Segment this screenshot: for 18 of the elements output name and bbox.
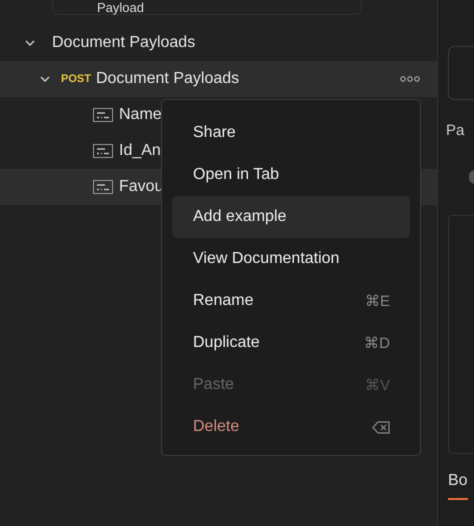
search-value: Payload [97, 1, 144, 14]
method-label: POST [61, 73, 91, 85]
menu-item-label: Duplicate [193, 334, 260, 352]
menu-item-label: Add example [193, 208, 286, 226]
item-label: Document Payloads [52, 34, 196, 52]
item-label: Id_An [119, 142, 161, 160]
menu-item-label: Paste [193, 376, 234, 394]
shortcut-label: ⌘D [364, 334, 390, 352]
item-label: Document Payloads [96, 70, 240, 88]
menu-item-label: Delete [193, 418, 240, 436]
menu-item-label: Rename [193, 292, 254, 310]
menu-item-label: Open in Tab [193, 166, 279, 184]
shortcut-label: ⌘V [364, 376, 390, 394]
menu-item-label: Share [193, 124, 236, 142]
shortcut-label: ⌘E [364, 292, 390, 310]
item-label: Name [119, 106, 162, 124]
menu-item-label: View Documentation [193, 250, 340, 268]
panel-label: Pa [446, 122, 464, 139]
